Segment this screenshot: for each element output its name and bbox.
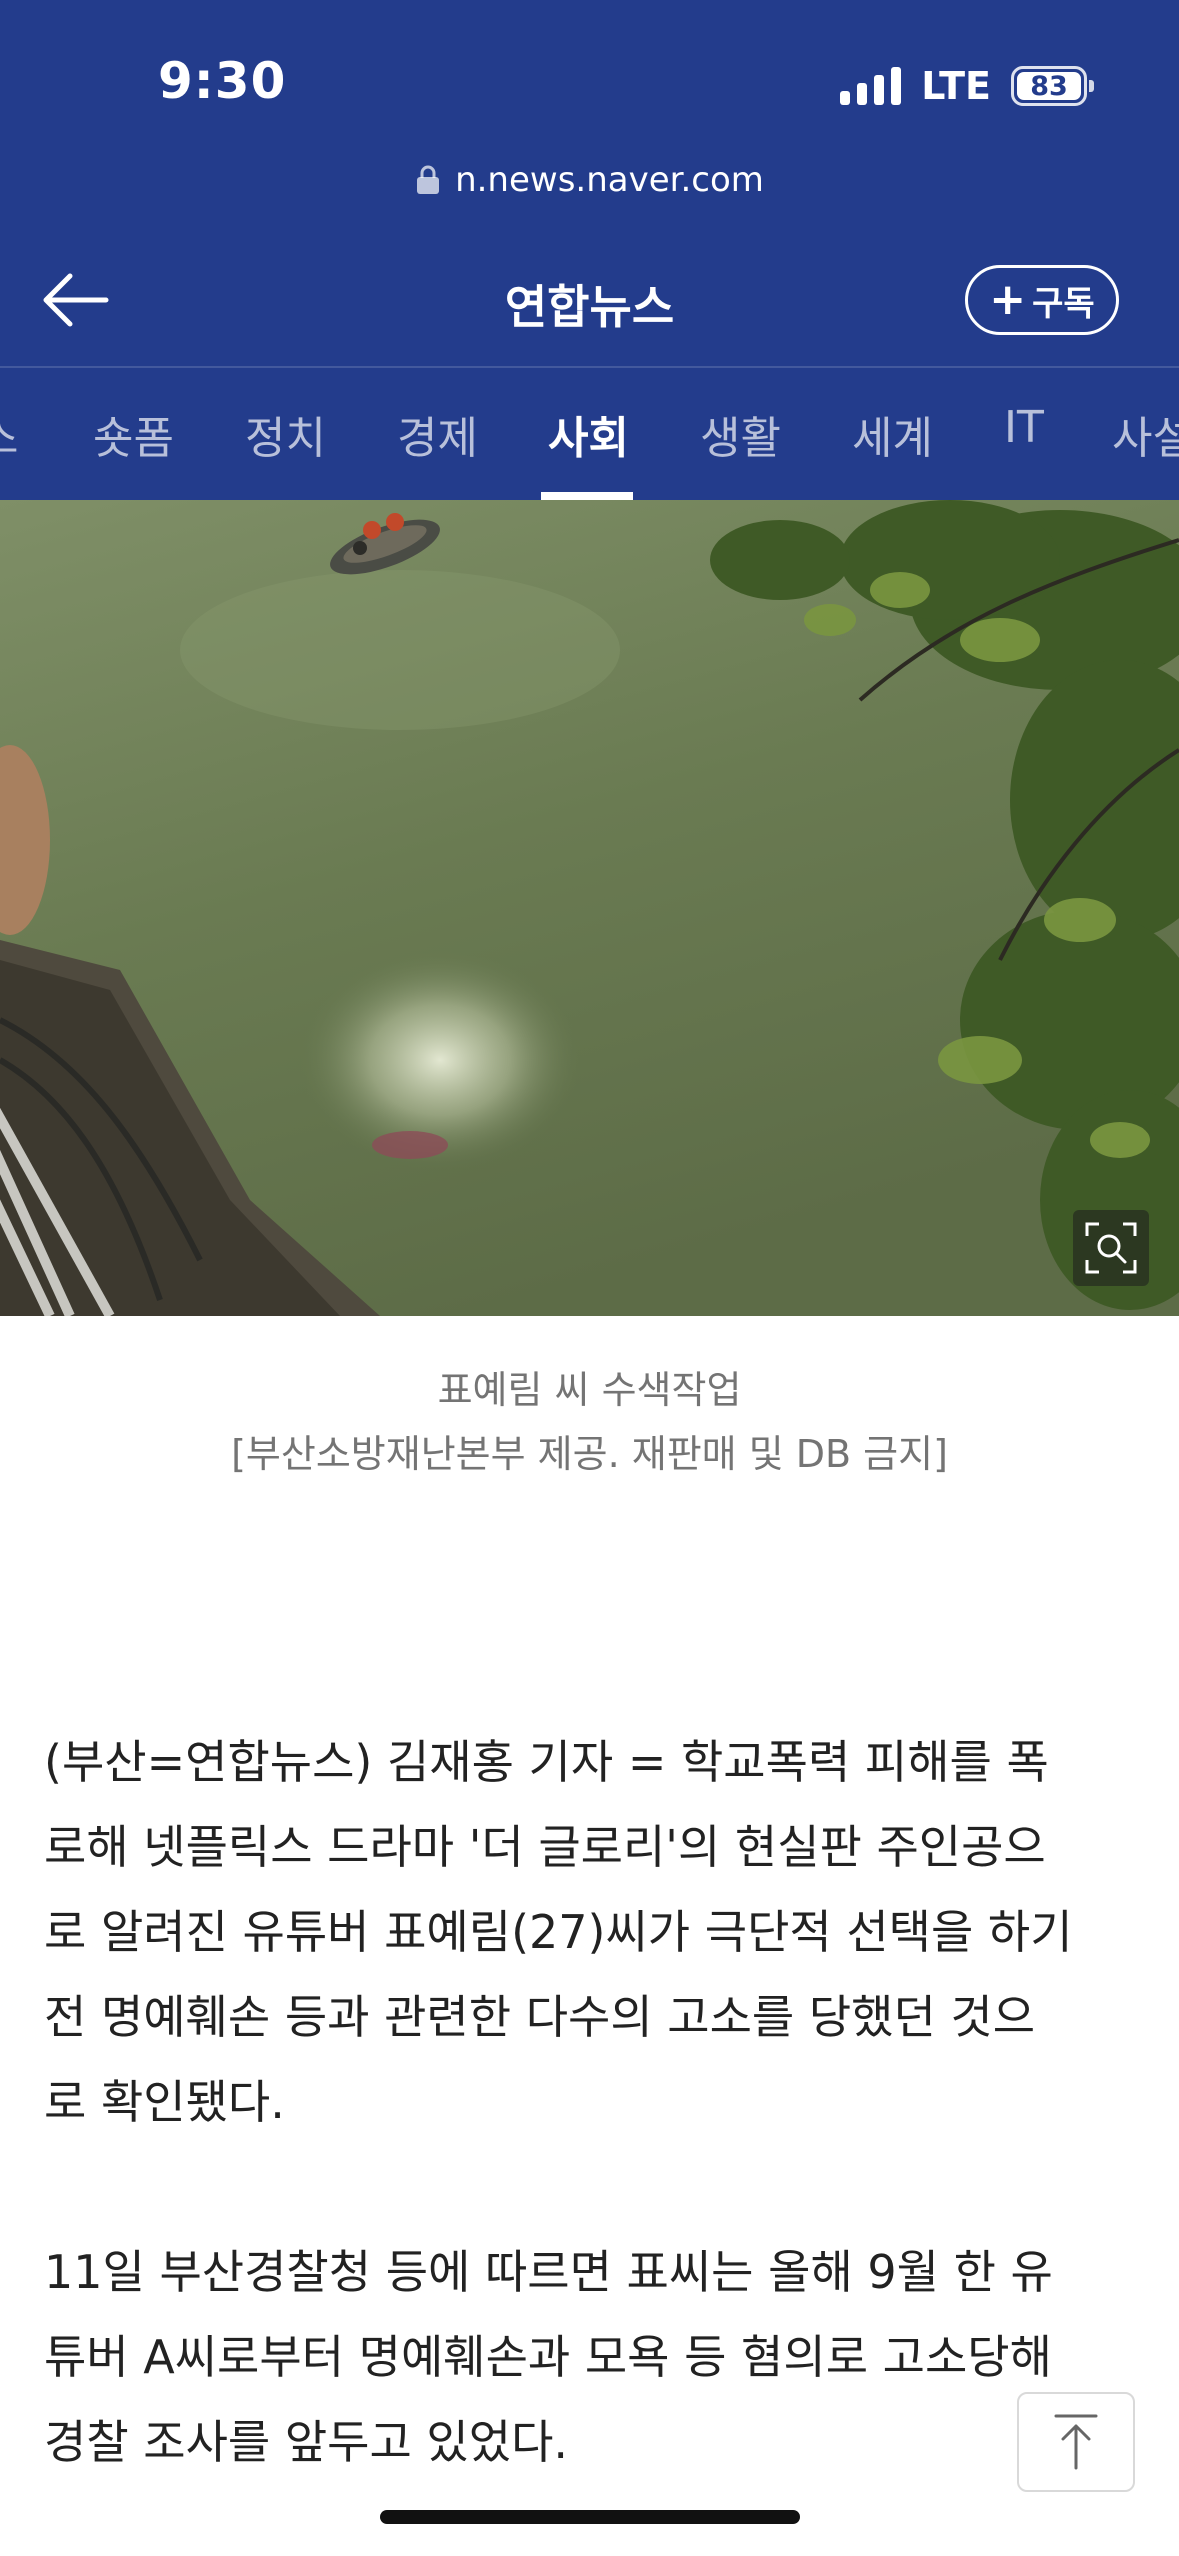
section-tabs: 스 숏폼 정치 경제 사회 생활 세계 IT 사설 <box>0 370 1179 500</box>
battery-level: 83 <box>1017 71 1081 102</box>
lock-icon <box>417 165 440 194</box>
article-paragraph: (부산=연합뉴스) 김재홍 기자 = 학교폭력 피해를 폭 로해 넷플릭스 드라… <box>44 1735 1073 2129</box>
network-type: LTE <box>921 64 991 108</box>
tab-editorial[interactable]: 사설 <box>1112 402 1179 466</box>
signal-icon <box>840 67 902 105</box>
status-time: 9:30 <box>158 52 287 110</box>
address-bar[interactable]: n.news.naver.com <box>0 160 1179 200</box>
article-paragraph: 11일 부산경찰청 등에 따르면 표씨는 올해 9월 한 유 튜버 A씨로부터 … <box>44 2245 1053 2469</box>
article-photo[interactable] <box>0 500 1179 1316</box>
tab-politics[interactable]: 정치 <box>245 402 326 466</box>
caption-line-1: 표예림 씨 수색작업 <box>437 1368 742 1412</box>
tab-shortform[interactable]: 숏폼 <box>93 402 174 466</box>
scroll-to-top-button[interactable] <box>1017 2392 1135 2492</box>
home-indicator[interactable] <box>380 2510 800 2524</box>
arrow-up-icon <box>1054 2414 1098 2470</box>
status-indicators: LTE 83 <box>840 62 1094 110</box>
active-tab-indicator <box>541 492 633 500</box>
tab-society[interactable]: 사회 <box>548 402 629 466</box>
zoom-icon <box>1085 1222 1137 1274</box>
tab-world[interactable]: 세계 <box>852 402 933 466</box>
article-body: (부산=연합뉴스) 김재홍 기자 = 학교폭력 피해를 폭 로해 넷플릭스 드라… <box>44 1720 1144 2485</box>
photo-caption: 표예림 씨 수색작업 [부산소방재난본부 제공. 재판매 및 DB 금지] <box>0 1358 1179 1486</box>
header-divider <box>0 366 1179 368</box>
press-header: 연합뉴스 + 구독 <box>0 245 1179 355</box>
plus-icon: + <box>989 274 1027 325</box>
zoom-button[interactable] <box>1073 1210 1149 1286</box>
top-bar: 9:30 LTE 83 n.news.naver.com 연합뉴스 + 구독 스… <box>0 0 1179 500</box>
tab-sports[interactable]: 스 <box>0 402 18 466</box>
tab-economy[interactable]: 경제 <box>397 402 478 466</box>
battery-icon: 83 <box>1011 66 1094 106</box>
river-photo-image <box>0 500 1179 1316</box>
url-text: n.news.naver.com <box>455 160 764 200</box>
subscribe-button[interactable]: + 구독 <box>965 265 1119 335</box>
tab-life[interactable]: 생활 <box>700 402 781 466</box>
subscribe-label: 구독 <box>1032 283 1095 324</box>
tab-it[interactable]: IT <box>1004 402 1044 453</box>
caption-line-2: [부산소방재난본부 제공. 재판매 및 DB 금지] <box>231 1432 948 1476</box>
